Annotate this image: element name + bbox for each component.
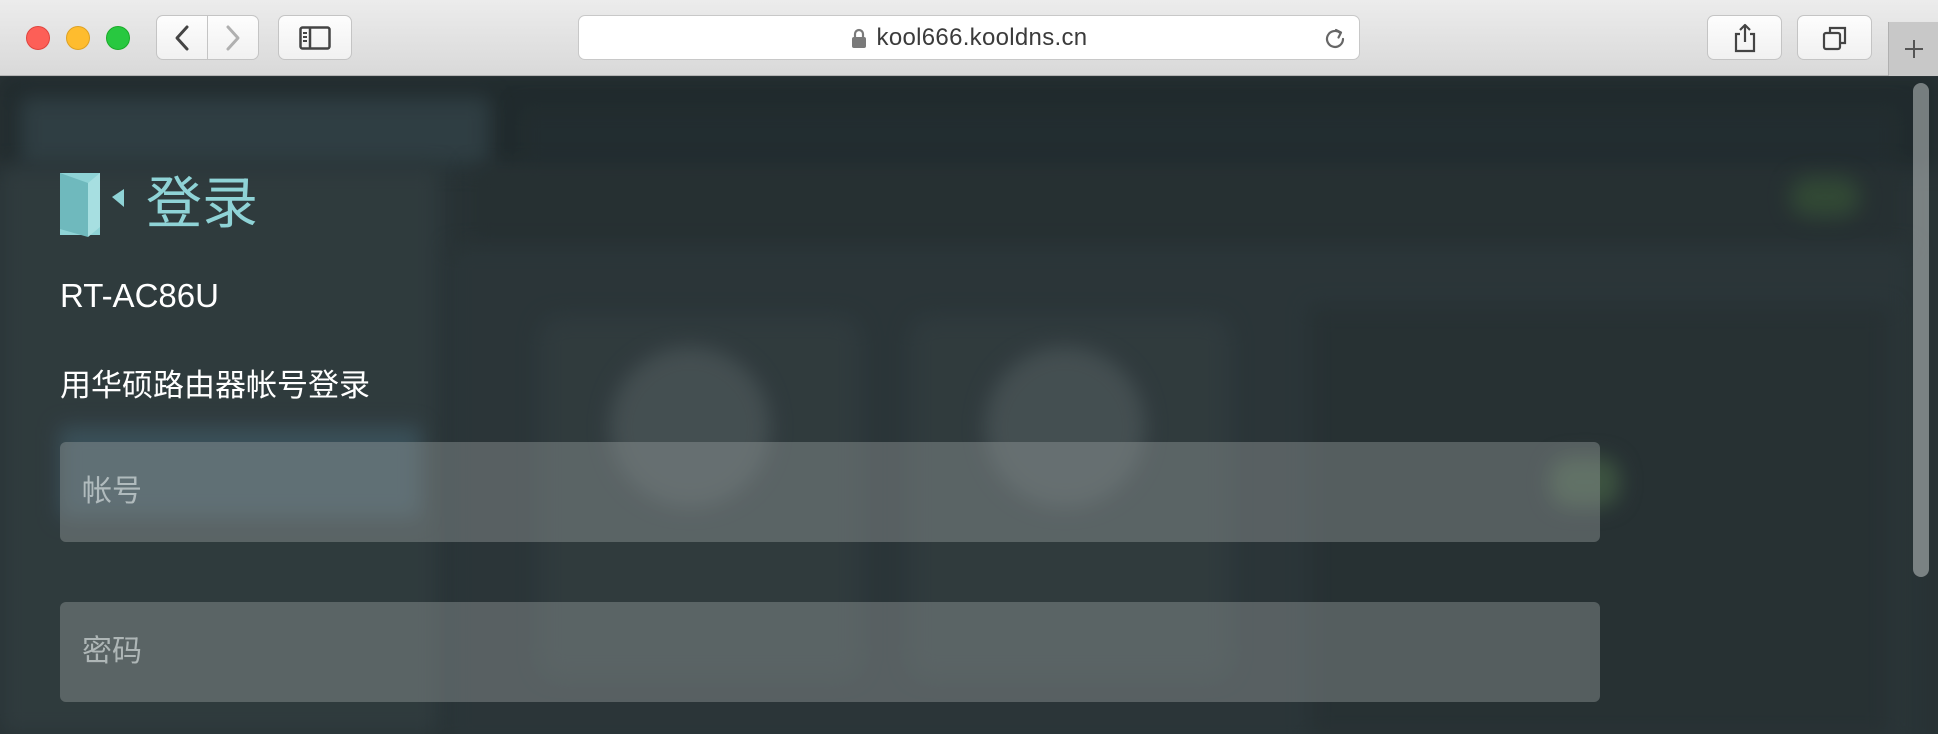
back-button[interactable] — [156, 15, 208, 60]
window-minimize-button[interactable] — [66, 26, 90, 50]
share-button[interactable] — [1707, 15, 1782, 60]
password-field[interactable] — [60, 602, 1600, 702]
forward-icon — [226, 25, 240, 50]
login-title: 登录 — [146, 172, 258, 235]
username-field[interactable] — [60, 442, 1600, 542]
login-header: 登录 — [60, 171, 258, 237]
browser-toolbar: kool666.kooldns.cn — [0, 0, 1938, 76]
show-tabs-button[interactable] — [1797, 15, 1872, 60]
share-icon — [1734, 23, 1755, 52]
address-url: kool666.kooldns.cn — [876, 23, 1088, 51]
router-model: RT-AC86U — [60, 277, 219, 314]
sidebar-toggle-button[interactable] — [278, 15, 352, 60]
new-tab-button[interactable] — [1888, 22, 1938, 76]
page-scrollbar[interactable] — [1913, 83, 1929, 577]
reload-icon[interactable] — [1323, 26, 1347, 52]
login-panel: 登录 RT-AC86U 用华硕路由器帐号登录 — [0, 77, 1938, 734]
window-close-button[interactable] — [26, 26, 50, 50]
forward-button[interactable] — [207, 15, 259, 60]
tabs-icon — [1822, 26, 1846, 50]
sidebar-icon — [299, 25, 331, 50]
plus-icon — [1904, 40, 1923, 58]
address-bar[interactable]: kool666.kooldns.cn — [578, 15, 1360, 60]
login-subtitle: 用华硕路由器帐号登录 — [60, 368, 370, 403]
back-icon — [175, 25, 189, 50]
window-maximize-button[interactable] — [106, 26, 130, 50]
lock-icon — [851, 28, 866, 48]
login-door-icon — [60, 173, 124, 237]
